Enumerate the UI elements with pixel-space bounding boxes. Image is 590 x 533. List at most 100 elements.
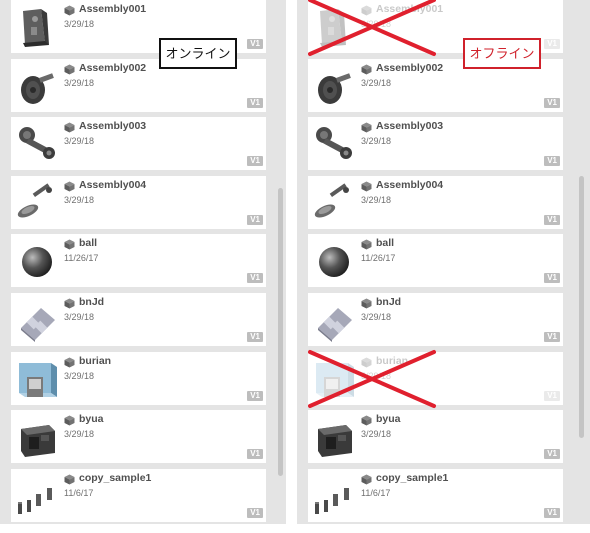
- linkage-part-thumbnail: [312, 122, 356, 166]
- design-cube-icon: [361, 181, 372, 192]
- file-name: copy_sample1: [79, 471, 152, 484]
- design-cube-icon: [64, 122, 75, 133]
- file-date: 3/29/18: [64, 370, 95, 381]
- file-name: bnJd: [79, 296, 105, 308]
- file-name: Assembly004: [376, 178, 444, 191]
- design-cube-icon: [361, 357, 372, 368]
- online-file-card-assembly004[interactable]: Assembly004 3/29/18 V1: [11, 175, 266, 229]
- block-thumbnail: [15, 415, 59, 459]
- offline-file-card-assembly004[interactable]: Assembly004 3/29/18 V1: [308, 175, 563, 229]
- file-name: Assembly001: [376, 3, 444, 15]
- plate-thumbnail: [312, 298, 356, 342]
- file-date: 3/29/18: [64, 194, 95, 205]
- version-badge[interactable]: V1: [544, 273, 560, 284]
- file-name: bnJd: [376, 296, 402, 308]
- file-date: 3/29/18: [64, 77, 95, 88]
- offline-file-card-byua[interactable]: byua 3/29/18 V1: [308, 410, 563, 464]
- version-badge[interactable]: V1: [544, 39, 560, 49]
- version-badge[interactable]: V1: [544, 97, 560, 108]
- offline-file-card-bnjd[interactable]: bnJd 3/29/18 V1: [308, 293, 563, 346]
- file-date: 11/26/17: [64, 253, 99, 264]
- file-name: Assembly003: [376, 120, 444, 133]
- online-file-card-burian[interactable]: burian 3/29/18 V1: [11, 351, 266, 405]
- version-badge[interactable]: V1: [247, 39, 263, 49]
- box-thumbnail: [312, 357, 356, 401]
- file-date: 11/6/17: [64, 487, 94, 498]
- offline-file-card-assembly003[interactable]: Assembly003 3/29/18 V1: [308, 117, 563, 171]
- sphere-thumbnail: [15, 239, 59, 283]
- bracket-part-thumbnail: [15, 5, 59, 49]
- file-date: 3/29/18: [361, 136, 392, 147]
- bracket-part-thumbnail: [312, 5, 356, 49]
- online-file-panel: Assembly001 3/29/18 V1 Assembly002 3/29/…: [0, 0, 286, 524]
- file-name: byua: [79, 413, 104, 426]
- box-thumbnail: [15, 357, 59, 401]
- version-badge[interactable]: V1: [544, 214, 560, 225]
- pins-thumbnail: [312, 474, 356, 518]
- design-cube-icon: [361, 298, 372, 309]
- file-date: 11/6/17: [361, 487, 391, 498]
- version-badge[interactable]: V1: [544, 449, 560, 460]
- design-cube-icon: [64, 5, 75, 16]
- offline-file-card-copy_sample1[interactable]: copy_sample1 11/6/17 V1: [308, 468, 563, 522]
- offline-file-card-ball[interactable]: ball 11/26/17 V1: [308, 234, 563, 288]
- version-badge[interactable]: V1: [247, 332, 263, 342]
- design-cube-icon: [361, 5, 372, 16]
- file-name: burian: [79, 354, 112, 367]
- file-name: byua: [376, 413, 401, 426]
- design-cube-icon: [64, 64, 75, 75]
- version-badge[interactable]: V1: [544, 390, 560, 401]
- file-date: 3/29/18: [361, 19, 392, 29]
- file-name: burian: [376, 354, 409, 367]
- file-date: 3/29/18: [361, 370, 392, 381]
- version-badge[interactable]: V1: [247, 156, 263, 167]
- file-name: Assembly002: [79, 61, 147, 74]
- file-date: 3/29/18: [361, 77, 392, 88]
- shaft-part-thumbnail: [15, 181, 59, 225]
- design-cube-icon: [64, 357, 75, 368]
- offline-status-label: オフライン: [463, 38, 541, 69]
- file-date: 3/29/18: [361, 194, 392, 205]
- block-thumbnail: [312, 415, 356, 459]
- shaft-part-thumbnail: [312, 181, 356, 225]
- version-badge[interactable]: V1: [247, 390, 263, 401]
- file-name: ball: [376, 237, 395, 250]
- file-date: 3/29/18: [64, 312, 95, 322]
- file-date: 3/29/18: [361, 312, 392, 322]
- offline-file-card-burian[interactable]: burian 3/29/18 V1: [308, 351, 563, 405]
- version-badge[interactable]: V1: [544, 156, 560, 167]
- version-badge[interactable]: V1: [247, 507, 263, 518]
- online-file-card-bnjd[interactable]: bnJd 3/29/18 V1: [11, 293, 266, 346]
- hub-part-thumbnail: [312, 64, 356, 108]
- version-badge[interactable]: V1: [247, 214, 263, 225]
- file-date: 3/29/18: [361, 429, 392, 440]
- offline-file-panel: Assembly001 3/29/18 V1 Assembly002 3/29/…: [297, 0, 590, 524]
- version-badge[interactable]: V1: [247, 449, 263, 460]
- hub-part-thumbnail: [15, 64, 59, 108]
- plate-thumbnail: [15, 298, 59, 342]
- file-name: copy_sample1: [376, 471, 449, 484]
- design-cube-icon: [64, 298, 75, 309]
- design-cube-icon: [361, 122, 372, 133]
- file-date: 3/29/18: [64, 136, 95, 147]
- file-date: 11/26/17: [361, 253, 396, 264]
- design-cube-icon: [361, 64, 372, 75]
- design-cube-icon: [361, 239, 372, 250]
- online-file-card-ball[interactable]: ball 11/26/17 V1: [11, 234, 266, 288]
- design-cube-icon: [361, 474, 372, 485]
- version-badge[interactable]: V1: [544, 332, 560, 342]
- version-badge[interactable]: V1: [247, 97, 263, 108]
- online-file-card-copy_sample1[interactable]: copy_sample1 11/6/17 V1: [11, 468, 266, 522]
- online-scrollbar[interactable]: [278, 188, 283, 476]
- online-file-card-byua[interactable]: byua 3/29/18 V1: [11, 410, 266, 464]
- offline-scrollbar[interactable]: [579, 176, 584, 438]
- version-badge[interactable]: V1: [247, 273, 263, 284]
- design-cube-icon: [64, 181, 75, 192]
- file-name: Assembly004: [79, 178, 147, 191]
- version-badge[interactable]: V1: [544, 507, 560, 518]
- file-date: 3/29/18: [64, 429, 95, 440]
- online-file-card-assembly003[interactable]: Assembly003 3/29/18 V1: [11, 117, 266, 171]
- design-cube-icon: [64, 239, 75, 250]
- file-date: 3/29/18: [64, 19, 95, 29]
- pins-thumbnail: [15, 474, 59, 518]
